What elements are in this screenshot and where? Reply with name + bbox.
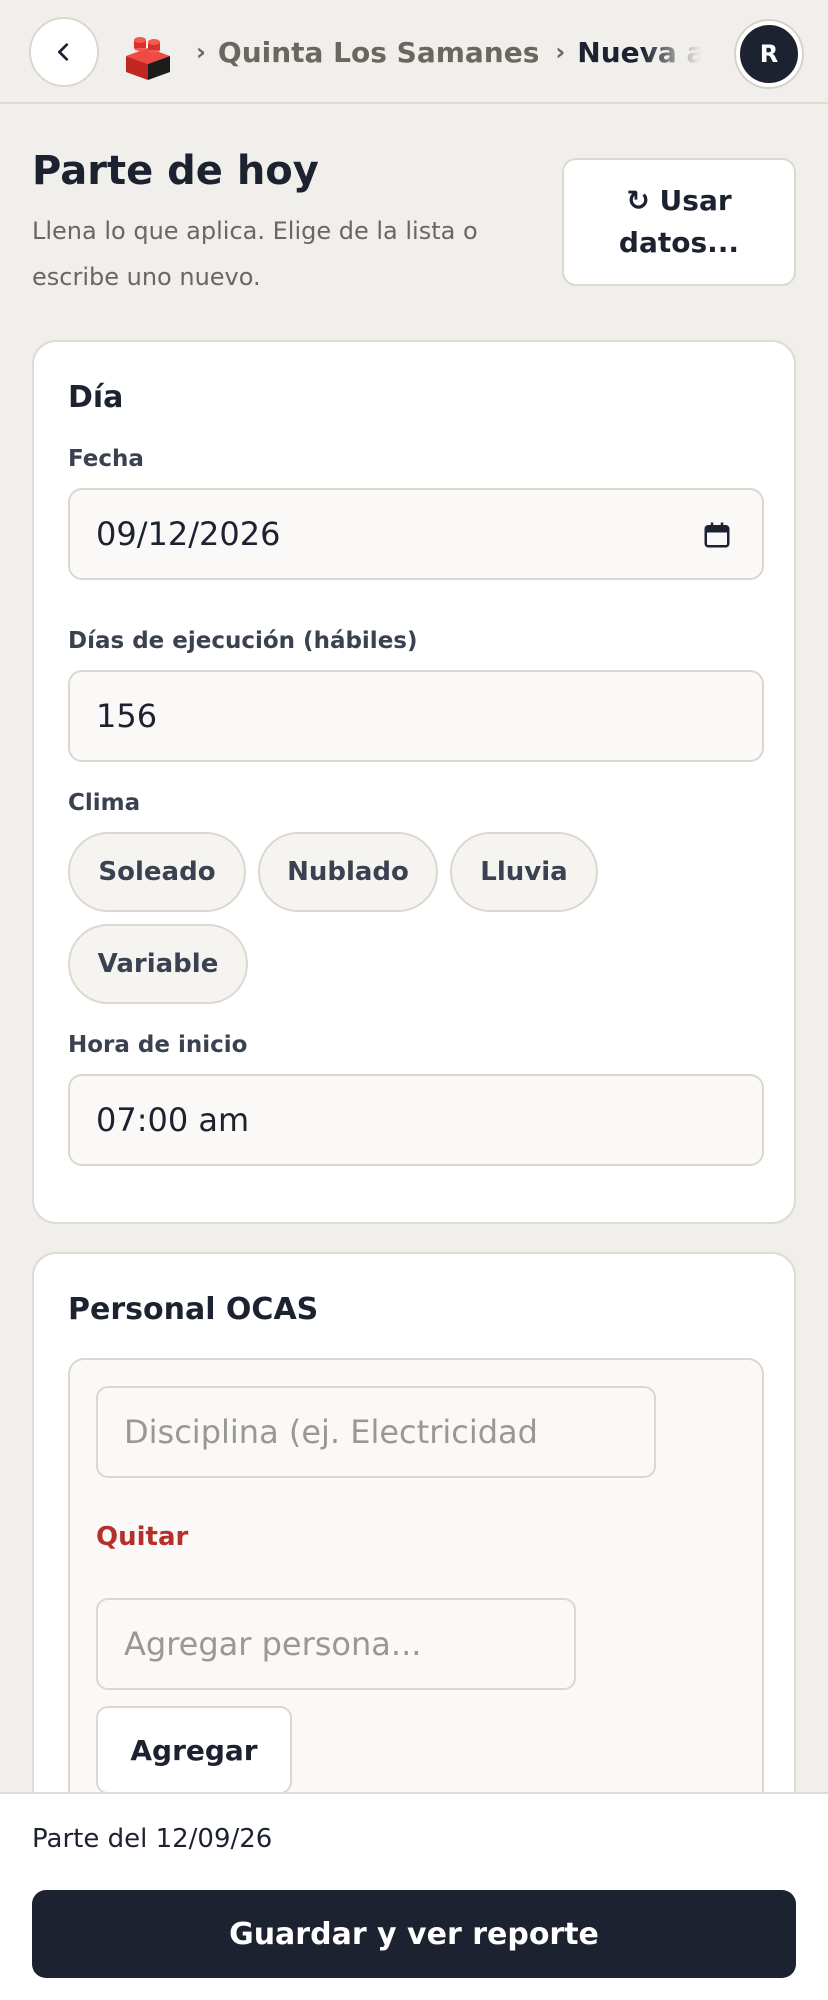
- weather-chip-nublado[interactable]: Nublado: [258, 832, 438, 912]
- breadcrumb-project[interactable]: Quinta Los Samanes: [218, 36, 540, 69]
- start-time-value: 07:00 am: [96, 1101, 250, 1139]
- weather-chip-variable[interactable]: Variable: [68, 924, 248, 1004]
- discipline-group: Disciplina (ej. Electricidad Quitar Agre…: [68, 1358, 764, 1858]
- back-button[interactable]: [29, 17, 99, 87]
- discipline-input[interactable]: Disciplina (ej. Electricidad: [96, 1386, 656, 1478]
- date-label: Fecha: [68, 446, 144, 472]
- weather-chip-lluvia[interactable]: Lluvia: [450, 832, 598, 912]
- report-status: Parte del 12/09/26: [32, 1824, 273, 1854]
- chevron-right-icon: ›: [555, 38, 566, 66]
- day-card-title: Día: [68, 380, 124, 415]
- add-person-input[interactable]: Agregar persona...: [96, 1598, 576, 1690]
- breadcrumb: › Quinta Los Samanes › Nueva ap: [192, 28, 712, 76]
- personal-card-title: Personal OCAS: [68, 1292, 319, 1327]
- brick-logo-icon: [126, 37, 170, 80]
- chevron-right-icon: ›: [196, 38, 206, 66]
- execution-days-input[interactable]: 156: [68, 670, 764, 762]
- save-and-view-report-button[interactable]: Guardar y ver reporte: [32, 1890, 796, 1978]
- page-title: Parte de hoy: [32, 148, 319, 194]
- day-card: Día Fecha 09/12/2026 Días de ejecución (…: [32, 340, 796, 1224]
- remove-discipline-button[interactable]: Quitar: [96, 1522, 188, 1552]
- weather-chip-soleado[interactable]: Soleado: [68, 832, 246, 912]
- date-value: 09/12/2026: [96, 515, 281, 553]
- execution-days-label: Días de ejecución (hábiles): [68, 628, 418, 654]
- top-bar: › Quinta Los Samanes › Nueva ap R: [0, 0, 828, 104]
- page-subtitle: Llena lo que aplica. Elige de la lista o…: [32, 217, 478, 291]
- add-person-button[interactable]: Agregar: [96, 1706, 292, 1794]
- date-input[interactable]: 09/12/2026: [68, 488, 764, 580]
- weather-label: Clima: [68, 790, 141, 816]
- chevron-left-icon: [58, 43, 69, 61]
- start-time-input[interactable]: 07:00 am: [68, 1074, 764, 1166]
- start-time-label: Hora de inicio: [68, 1032, 248, 1058]
- calendar-icon[interactable]: [702, 520, 732, 550]
- execution-days-value: 156: [96, 697, 158, 735]
- avatar[interactable]: R: [736, 21, 802, 87]
- footer-bar: Parte del 12/09/26 Guardar y ver reporte: [0, 1792, 828, 2000]
- use-data-button[interactable]: ↻ Usar datos...: [562, 158, 796, 286]
